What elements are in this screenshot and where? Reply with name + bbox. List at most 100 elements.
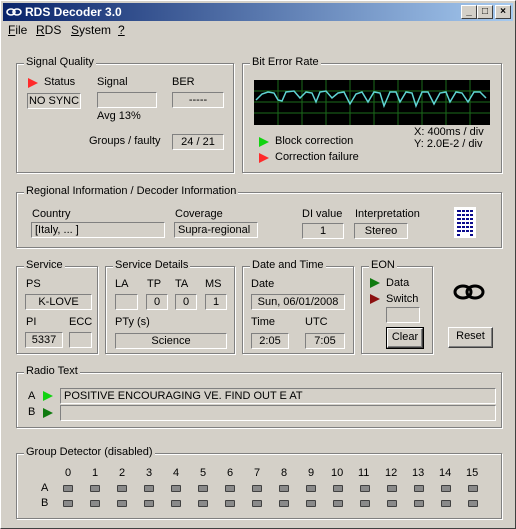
group-column-header: 10 [331, 467, 344, 479]
group-led-b-10 [333, 500, 343, 507]
group-led-b-2 [117, 500, 127, 507]
ecc-label: ECC [69, 316, 93, 328]
eon-switch-led-icon [370, 294, 380, 304]
group-led-a-13 [414, 485, 424, 492]
window-title: RDS Decoder 3.0 [25, 5, 122, 19]
group-column-header: 12 [385, 467, 398, 479]
date-time-title: Date and Time [250, 259, 326, 271]
menu-rds[interactable]: RDS [36, 23, 61, 37]
group-led-b-0 [63, 500, 73, 507]
ber-title: Bit Error Rate [250, 56, 321, 68]
group-column-header: 5 [200, 467, 207, 479]
group-led-b-8 [279, 500, 289, 507]
la-value [115, 294, 138, 310]
tp-label: TP [147, 278, 162, 290]
group-column-header: 7 [254, 467, 261, 479]
status-value: NO SYNC [27, 93, 81, 109]
correction-failure-label: Correction failure [275, 151, 359, 163]
group-column-header: 3 [146, 467, 153, 479]
signal-meter [97, 92, 157, 108]
maximize-button[interactable]: □ [477, 5, 493, 19]
ps-label: PS [26, 278, 41, 290]
pty-value: Science [115, 333, 227, 349]
avg-label: Avg 13% [97, 110, 141, 122]
group-led-a-5 [198, 485, 208, 492]
eon-title: EON [369, 259, 397, 271]
coverage-value: Supra-regional [174, 222, 258, 238]
service-details-title: Service Details [113, 259, 191, 271]
eon-switch-label: Switch [386, 293, 419, 305]
eon-switch-value [386, 307, 420, 323]
group-column-header: 15 [466, 467, 479, 479]
decoder-grid-icon [454, 207, 476, 238]
block-correction-led-icon [259, 137, 269, 147]
group-led-b-14 [441, 500, 451, 507]
app-icon [6, 8, 22, 16]
status-label: Status [44, 76, 76, 88]
group-led-a-14 [441, 485, 451, 492]
group-led-a-1 [90, 485, 100, 492]
group-column-header: 0 [65, 467, 72, 479]
group-led-a-11 [360, 485, 370, 492]
group-led-b-5 [198, 500, 208, 507]
group-column-header: 4 [173, 467, 180, 479]
signal-quality-title: Signal Quality [24, 56, 96, 68]
status-led-icon [28, 78, 38, 88]
di-label: DI value [302, 208, 343, 220]
group-led-a-10 [333, 485, 343, 492]
service-title: Service [24, 259, 65, 271]
group-led-b-3 [144, 500, 154, 507]
group-led-a-9 [306, 485, 316, 492]
group-column-header: 1 [92, 467, 99, 479]
time-label: Time [251, 316, 276, 328]
ber-value: ----- [172, 92, 224, 108]
radio-text-b-value [60, 405, 496, 421]
group-column-header: 8 [281, 467, 288, 479]
group-led-b-4 [171, 500, 181, 507]
close-button[interactable]: × [495, 5, 511, 19]
group-led-a-2 [117, 485, 127, 492]
tp-value: 0 [146, 294, 168, 310]
group-led-a-3 [144, 485, 154, 492]
di-value: 1 [302, 223, 344, 239]
regional-info-group: Regional Information / Decoder Informati… [16, 185, 502, 248]
rds-logo-icon [453, 284, 485, 300]
date-label: Date [251, 278, 275, 290]
group-led-b-11 [360, 500, 370, 507]
radio-text-title: Radio Text [24, 365, 80, 377]
pty-label: PTy (s) [115, 316, 150, 328]
y-scale-label: Y: 2.0E-2 / div [414, 138, 483, 150]
eon-data-led-icon [370, 278, 380, 288]
date-value: Sun, 06/01/2008 [251, 294, 345, 310]
reset-button[interactable]: Reset [448, 327, 493, 348]
group-led-a-7 [252, 485, 262, 492]
radio-text-b-led-icon [43, 408, 53, 418]
ber-scope [254, 80, 490, 125]
interpretation-label: Interpretation [355, 208, 420, 220]
menu-help[interactable]: ? [118, 23, 125, 37]
country-value: [Italy, ... ] [31, 222, 165, 238]
group-led-b-7 [252, 500, 262, 507]
menu-system[interactable]: System [71, 23, 111, 37]
coverage-label: Coverage [175, 208, 223, 220]
menu-file[interactable]: File [8, 23, 27, 37]
ta-value: 0 [175, 294, 197, 310]
ecc-value [69, 332, 92, 348]
group-led-a-6 [225, 485, 235, 492]
group-column-header: 2 [119, 467, 126, 479]
country-label: Country [32, 208, 71, 220]
group-led-a-12 [387, 485, 397, 492]
time-value: 2:05 [251, 333, 289, 349]
minimize-button[interactable]: _ [461, 5, 477, 19]
clear-button[interactable]: Clear [386, 327, 424, 349]
radio-text-b-label: B [28, 406, 36, 418]
group-led-a-4 [171, 485, 181, 492]
group-led-b-6 [225, 500, 235, 507]
ps-value: K-LOVE [25, 294, 92, 310]
group-row-b-label: B [41, 497, 49, 509]
correction-failure-led-icon [259, 153, 269, 163]
group-led-a-8 [279, 485, 289, 492]
signal-label: Signal [97, 76, 128, 88]
app-window: RDS Decoder 3.0 _ □ × File RDS System ? … [0, 0, 516, 529]
title-bar[interactable]: RDS Decoder 3.0 _ □ × [3, 3, 513, 21]
